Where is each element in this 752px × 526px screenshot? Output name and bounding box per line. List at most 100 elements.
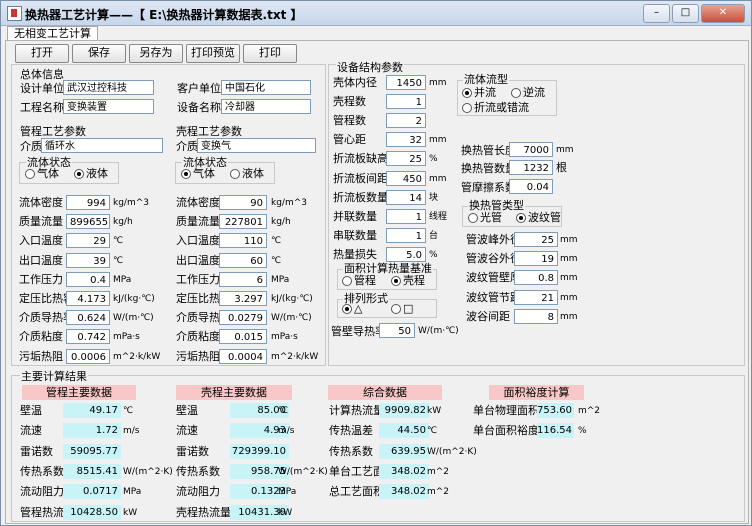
result-label: 传热系数 xyxy=(329,444,373,458)
design-unit-input[interactable]: 武汉过控科技 xyxy=(63,80,154,95)
param-input[interactable]: 39 xyxy=(66,252,110,268)
result-unit: m/s xyxy=(278,426,295,437)
title-bar[interactable]: 换热器工艺计算——【 E:\换热器计算数据表.txt 】 – □ ✕ xyxy=(1,1,751,26)
param-input[interactable]: 1 xyxy=(386,94,426,110)
param-label: 质量流量 xyxy=(176,215,220,229)
triangle-layout-radio[interactable] xyxy=(342,304,352,314)
param-input[interactable]: 0.8 xyxy=(514,270,558,286)
corrugated-tube-radio[interactable] xyxy=(516,213,526,223)
save-button[interactable]: 保存 xyxy=(72,44,126,63)
tube-length-input[interactable]: 7000 xyxy=(509,142,553,157)
square-layout-radio[interactable] xyxy=(391,304,401,314)
result-value: 8515.41 xyxy=(63,463,121,479)
param-input[interactable]: 90 xyxy=(219,195,267,210)
area-tube-radio[interactable] xyxy=(342,276,352,286)
param-input[interactable]: 5.0 xyxy=(386,246,426,262)
param-input[interactable]: 8 xyxy=(514,308,558,324)
param-input[interactable]: 0.0004 xyxy=(219,348,267,364)
result-value: 44.50 xyxy=(379,423,429,439)
param-label: 入口温度 xyxy=(19,234,63,248)
param-input[interactable]: 1450 xyxy=(386,75,426,90)
tube-count-input[interactable]: 1232 xyxy=(509,160,553,175)
param-unit: m^2·k/kW xyxy=(271,351,319,362)
wall-k-input[interactable]: 50 xyxy=(379,323,415,338)
close-button[interactable]: ✕ xyxy=(701,4,745,23)
param-input[interactable]: 14 xyxy=(386,189,426,205)
param-input[interactable]: 6 xyxy=(219,271,267,287)
param-unit: 块 xyxy=(429,192,439,203)
param-input[interactable]: 25 xyxy=(386,151,426,167)
equipment-input[interactable]: 冷却器 xyxy=(221,99,311,114)
shell-liquid-radio[interactable] xyxy=(230,169,240,179)
param-input[interactable]: 0.624 xyxy=(66,310,110,326)
param-label: 污垢热阻 xyxy=(176,349,220,363)
tube-gas-radio[interactable] xyxy=(25,169,35,179)
tab-no-phase-change[interactable]: 无相变工艺计算 xyxy=(7,26,98,41)
result-value: 348.02 xyxy=(379,463,429,479)
countercurrent-radio[interactable] xyxy=(511,88,521,98)
param-input[interactable]: 0.742 xyxy=(66,329,110,345)
smooth-tube-radio[interactable] xyxy=(468,213,478,223)
param-input[interactable]: 21 xyxy=(514,289,558,305)
shell-medium-input[interactable]: 变换气 xyxy=(197,138,316,153)
param-input[interactable]: 227801 xyxy=(219,214,267,230)
param-input[interactable]: 899655 xyxy=(66,214,110,230)
result-unit: % xyxy=(578,426,587,437)
param-input[interactable]: 29 xyxy=(66,233,110,249)
tube-medium-input[interactable]: 循环水 xyxy=(41,138,163,153)
result-label: 总工艺面积 xyxy=(329,485,384,499)
maximize-button[interactable]: □ xyxy=(672,4,699,23)
param-label: 波纹管节距 xyxy=(466,290,521,304)
result-label: 单台面积裕度 xyxy=(473,424,539,438)
tube-liquid-radio[interactable] xyxy=(74,169,84,179)
param-input[interactable]: 1 xyxy=(386,227,426,243)
shell-medium-label: 介质 xyxy=(176,140,198,153)
param-input[interactable]: 0.0279 xyxy=(219,310,267,326)
results-column-header: 管程主要数据 xyxy=(22,385,136,400)
result-value: 59095.77 xyxy=(63,443,121,459)
open-button[interactable]: 打开 xyxy=(15,44,69,63)
param-input[interactable]: 25 xyxy=(514,232,558,247)
print-button[interactable]: 打印 xyxy=(243,44,297,63)
general-title: 总体信息 xyxy=(20,68,64,81)
param-input[interactable]: 110 xyxy=(219,233,267,249)
param-input[interactable]: 19 xyxy=(514,251,558,267)
result-label: 传热温差 xyxy=(329,424,373,438)
save-as-button[interactable]: 另存为 xyxy=(129,44,183,63)
results-column-header: 综合数据 xyxy=(328,385,442,400)
param-input[interactable]: 3.297 xyxy=(219,291,267,306)
param-input[interactable]: 994 xyxy=(66,195,110,210)
friction-input[interactable]: 0.04 xyxy=(509,179,553,194)
app-icon xyxy=(7,6,22,21)
result-label: 壁温 xyxy=(176,404,198,417)
layout-title: 排列形式 xyxy=(343,292,389,306)
customer-input[interactable]: 中国石化 xyxy=(221,80,311,95)
param-input[interactable]: 0.0006 xyxy=(66,348,110,364)
param-input[interactable]: 0.015 xyxy=(219,329,267,345)
result-unit: kW xyxy=(123,507,138,518)
area-shell-radio[interactable] xyxy=(391,276,401,286)
cocurrent-radio[interactable] xyxy=(462,88,472,98)
param-input[interactable]: 32 xyxy=(386,132,426,148)
shell-gas-radio[interactable] xyxy=(181,169,191,179)
param-label: 工作压力 xyxy=(176,272,220,286)
result-unit: kW xyxy=(427,406,442,416)
result-unit: W/(m^2·K) xyxy=(427,446,477,457)
param-input[interactable]: 60 xyxy=(219,252,267,268)
param-input[interactable]: 1 xyxy=(386,208,426,224)
param-unit: W/(m·℃) xyxy=(113,313,154,324)
cross-flow-radio[interactable] xyxy=(462,103,472,113)
param-unit: MPa xyxy=(113,274,132,285)
param-label: 壳体内径 xyxy=(333,76,377,89)
param-input[interactable]: 0.4 xyxy=(66,271,110,287)
param-input[interactable]: 450 xyxy=(386,170,426,186)
print-preview-button[interactable]: 打印预览 xyxy=(186,44,240,63)
project-input[interactable]: 变换装置 xyxy=(63,99,154,114)
result-value: 116.54 xyxy=(537,423,574,439)
minimize-button[interactable]: – xyxy=(643,4,670,23)
param-unit: mm xyxy=(429,78,447,88)
param-input[interactable]: 4.173 xyxy=(66,291,110,306)
param-label: 介质粘度 xyxy=(176,330,220,344)
param-input[interactable]: 2 xyxy=(386,113,426,129)
results-column-header: 壳程主要数据 xyxy=(176,385,292,400)
